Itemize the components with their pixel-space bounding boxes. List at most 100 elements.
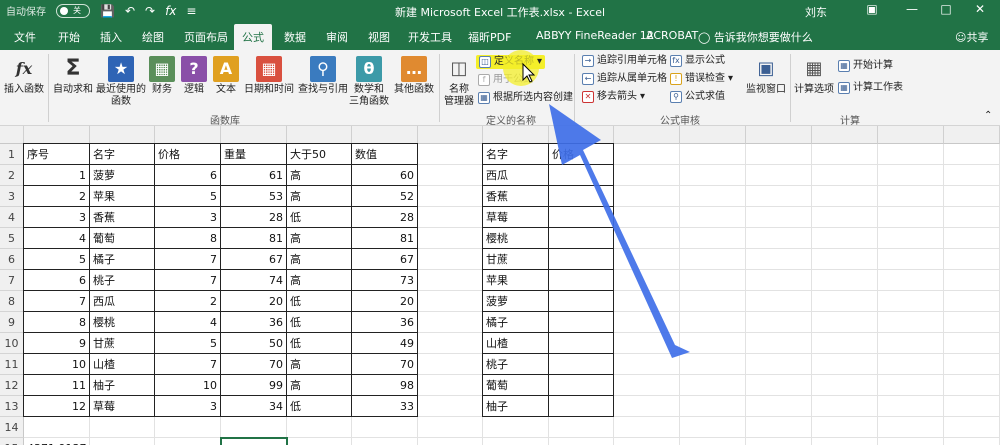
row-header[interactable]: 13 xyxy=(0,396,24,417)
table-cell[interactable]: 8 xyxy=(155,228,220,249)
row-header[interactable]: 2 xyxy=(0,165,24,186)
table-cell[interactable]: 99 xyxy=(221,375,286,396)
logical-button[interactable]: ? 逻辑 xyxy=(180,56,208,96)
tab-view[interactable]: 视图 xyxy=(368,29,390,45)
table-cell[interactable]: 2 xyxy=(155,291,220,312)
dropdown-arrow-icon[interactable]: ▾ xyxy=(640,91,645,103)
table-cell[interactable]: 高 xyxy=(287,354,351,375)
tab-developer[interactable]: 开发工具 xyxy=(408,29,452,45)
column-header[interactable] xyxy=(878,126,944,144)
table-cell[interactable]: 73 xyxy=(352,270,417,291)
lookup-button[interactable]: ⚲ 查找与引用 xyxy=(298,56,348,96)
table-cell[interactable]: 7 xyxy=(24,291,89,312)
table-cell[interactable]: 9 xyxy=(24,333,89,354)
row-header[interactable]: 14 xyxy=(0,417,24,438)
create-from-selection-button[interactable]: ▦ 根据所选内容创建 xyxy=(478,92,573,104)
table-cell[interactable]: 81 xyxy=(352,228,417,249)
worksheet-grid[interactable]: 123456789101112131415序号名字价格重量大于50数值1菠萝66… xyxy=(0,126,1000,445)
column-header[interactable] xyxy=(549,126,614,144)
tab-data[interactable]: 数据 xyxy=(284,29,306,45)
table-cell[interactable]: 西瓜 xyxy=(90,291,154,312)
autosave-toggle[interactable]: 关 xyxy=(56,3,90,18)
table-cell[interactable]: 74 xyxy=(221,270,286,291)
table-cell[interactable]: 名字 xyxy=(483,144,548,165)
table-cell[interactable]: 70 xyxy=(352,354,417,375)
recent-functions-button[interactable]: ★ 最近使用的 函数 xyxy=(96,56,146,108)
tab-draw[interactable]: 绘图 xyxy=(142,29,164,45)
table-cell[interactable]: 价格 xyxy=(549,144,613,165)
table-cell[interactable]: 桃子 xyxy=(483,354,548,375)
tab-foxit-pdf[interactable]: 福昕PDF xyxy=(468,29,511,45)
table-cell[interactable]: 葡萄 xyxy=(483,375,548,396)
column-header[interactable] xyxy=(944,126,1000,144)
name-manager-button[interactable]: ◫ 名称 管理器 xyxy=(442,56,476,108)
column-header[interactable] xyxy=(812,126,878,144)
table-cell[interactable]: 甘蔗 xyxy=(90,333,154,354)
column-header[interactable] xyxy=(418,126,483,144)
table-cell[interactable]: 桃子 xyxy=(90,270,154,291)
table-cell[interactable]: 草莓 xyxy=(90,396,154,417)
customize-qat-icon[interactable]: ≡ xyxy=(186,4,196,18)
table-cell[interactable]: 价格 xyxy=(155,144,220,165)
table-cell[interactable]: 4 xyxy=(155,312,220,333)
table-cell[interactable]: 67 xyxy=(221,249,286,270)
calculate-sheet-button[interactable]: ▦ 计算工作表 xyxy=(838,82,903,94)
undo-icon[interactable]: ↶ xyxy=(125,4,135,18)
table-cell[interactable]: 81 xyxy=(221,228,286,249)
row-header[interactable]: 11 xyxy=(0,354,24,375)
table-cell[interactable]: 山楂 xyxy=(483,333,548,354)
row-header[interactable]: 6 xyxy=(0,249,24,270)
calc-options-button[interactable]: ▦ 计算选项 xyxy=(794,56,834,96)
column-header[interactable] xyxy=(483,126,549,144)
table-cell[interactable]: 6 xyxy=(155,165,220,186)
row-header[interactable]: 8 xyxy=(0,291,24,312)
table-cell[interactable]: 山楂 xyxy=(90,354,154,375)
row-header[interactable]: 10 xyxy=(0,333,24,354)
table-cell[interactable]: 5 xyxy=(24,249,89,270)
tab-insert[interactable]: 插入 xyxy=(100,29,122,45)
table-cell[interactable]: 大于50 xyxy=(287,144,351,165)
column-header[interactable] xyxy=(746,126,812,144)
table-cell[interactable]: 低 xyxy=(287,333,351,354)
table-cell[interactable]: 菠萝 xyxy=(90,165,154,186)
table-cell[interactable]: 10 xyxy=(155,375,220,396)
trace-dependents-button[interactable]: ← 追踪从属单元格 xyxy=(582,73,667,85)
insert-function-button[interactable]: fx 插入函数 xyxy=(4,56,44,96)
table-cell[interactable]: 36 xyxy=(221,312,286,333)
column-header[interactable] xyxy=(221,126,287,144)
table-cell[interactable]: 5 xyxy=(155,333,220,354)
table-cell[interactable]: 数值 xyxy=(352,144,417,165)
use-in-formula-button[interactable]: f 用于公式 xyxy=(478,74,533,86)
table-cell[interactable]: 36 xyxy=(352,312,417,333)
table-cell[interactable]: 12 xyxy=(24,396,89,417)
row-header[interactable]: 4 xyxy=(0,207,24,228)
collapse-ribbon-icon[interactable]: ⌃ xyxy=(984,110,992,121)
table-cell[interactable]: 8 xyxy=(24,312,89,333)
datetime-button[interactable]: ▦ 日期和时间 xyxy=(244,56,294,96)
column-header[interactable] xyxy=(24,126,90,144)
table-cell[interactable]: 西瓜 xyxy=(483,165,548,186)
table-cell[interactable]: 7 xyxy=(155,270,220,291)
column-header[interactable] xyxy=(90,126,155,144)
user-name[interactable]: 刘东 xyxy=(805,4,827,20)
calculate-now-button[interactable]: ▦ 开始计算 xyxy=(838,60,893,72)
table-cell[interactable]: 高 xyxy=(287,228,351,249)
more-functions-button[interactable]: … 其他函数 xyxy=(392,56,436,96)
table-cell[interactable]: 樱桃 xyxy=(483,228,548,249)
table-cell[interactable]: 33 xyxy=(352,396,417,417)
tab-home[interactable]: 开始 xyxy=(58,29,80,45)
table-cell[interactable]: 3 xyxy=(24,207,89,228)
dropdown-arrow-icon[interactable]: ▾ xyxy=(537,56,542,68)
table-cell[interactable]: 4 xyxy=(24,228,89,249)
row-header[interactable]: 3 xyxy=(0,186,24,207)
table-cell[interactable]: 高 xyxy=(287,270,351,291)
evaluate-formula-button[interactable]: ⚲ 公式求值 xyxy=(670,91,725,103)
table-cell[interactable]: 11 xyxy=(24,375,89,396)
column-header[interactable] xyxy=(287,126,352,144)
table-cell[interactable]: 7 xyxy=(155,249,220,270)
maximize-icon[interactable]: □ xyxy=(934,2,958,20)
table-cell[interactable]: 3 xyxy=(155,207,220,228)
table-cell[interactable]: 49 xyxy=(352,333,417,354)
table-cell[interactable]: 名字 xyxy=(90,144,154,165)
row-header[interactable]: 1 xyxy=(0,144,24,165)
